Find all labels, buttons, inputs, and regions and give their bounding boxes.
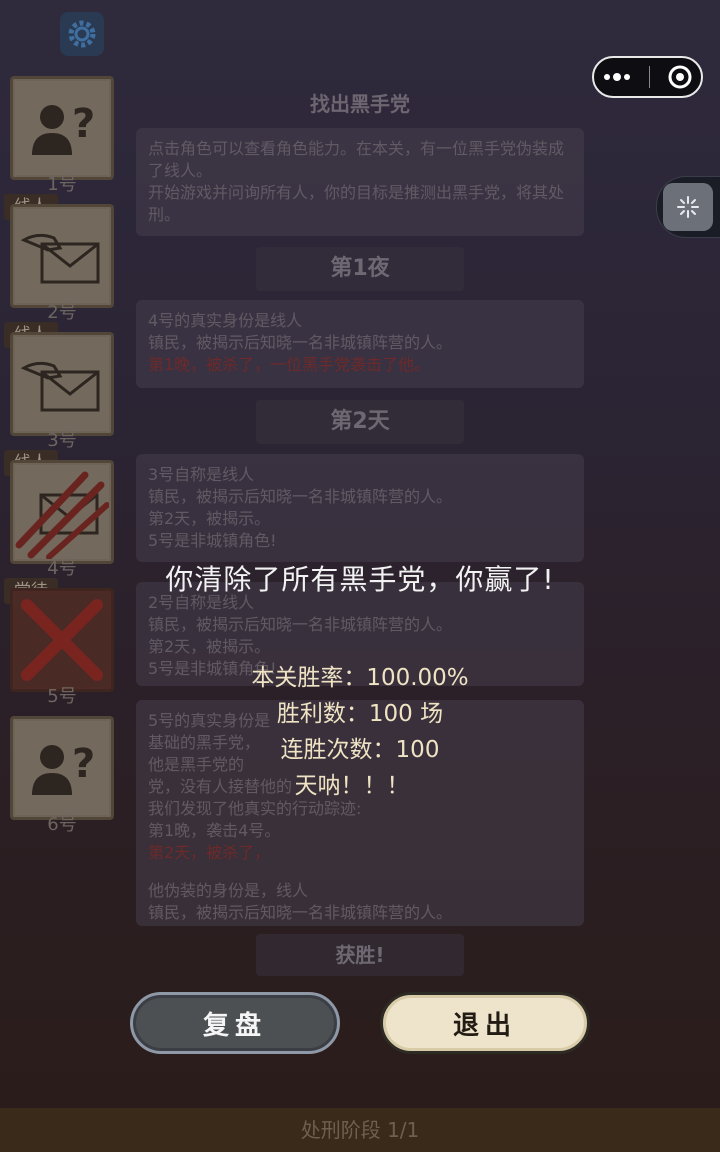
capsule-divider	[648, 66, 650, 88]
envelope-hand-icon	[20, 233, 100, 284]
result-title: 你清除了所有黑手党，你赢了!	[165, 563, 555, 596]
intro-line: 点击角色可以查看角色能力。在本关，有一位黑手党伪装成了线人。	[148, 139, 565, 180]
streak-text: 连胜次数：100	[280, 737, 440, 763]
exit-button[interactable]: 退出	[380, 992, 590, 1054]
log-line: 镇民，被揭示后知晓一名非城镇阵营的人。	[148, 487, 453, 506]
intro-line: 开始游戏并问询所有人，你的目标是推测出黑手党，将其处刑。	[148, 183, 565, 224]
gear-icon	[68, 20, 96, 48]
player-number: 1号	[47, 174, 77, 195]
player-card-1[interactable]: ?	[10, 76, 114, 180]
unknown-person-icon: ?	[32, 101, 95, 155]
win-label: 获胜!	[256, 934, 464, 976]
log-line: 第1晚，袭击4号。	[148, 821, 281, 840]
target-close-icon[interactable]	[667, 64, 693, 90]
win-count-text: 胜利数：100 场	[276, 701, 444, 727]
svg-text:?: ?	[72, 101, 95, 147]
player-number: 2号	[47, 302, 77, 323]
more-dots-icon[interactable]	[602, 72, 632, 82]
log-line-red: 第2天，被杀了，	[148, 843, 271, 862]
log-line: 他伪装的身份是，线人	[148, 881, 309, 900]
phase-bar: 处刑阶段 1/1	[0, 1108, 720, 1152]
settings-gear-button[interactable]	[60, 12, 104, 56]
log-line: 第2天，被揭示。	[148, 509, 271, 528]
replay-button[interactable]: 复盘	[130, 992, 340, 1054]
night-1-box: 4号的真实身份是线人 镇民，被揭示后知晓一名非城镇阵营的人。 第1晚，被杀了，一…	[136, 300, 584, 388]
log-line: 镇民，被揭示后知晓一名非城镇阵营的人。	[148, 615, 453, 634]
day-2-box-1: 3号自称是线人 镇民，被揭示后知晓一名非城镇阵营的人。 第2天，被揭示。 5号是…	[136, 454, 584, 562]
replay-button-label: 复盘	[202, 1010, 267, 1041]
log-line: 4号的真实身份是线人	[148, 311, 303, 330]
envelope-slashed-icon	[15, 471, 109, 559]
miniprogram-capsule	[592, 56, 703, 98]
spark-button[interactable]	[663, 183, 713, 231]
intro-box: 点击角色可以查看角色能力。在本关，有一位黑手党伪装成了线人。 开始游戏并问询所有…	[136, 128, 584, 236]
log-line: 3号自称是线人	[148, 465, 255, 484]
exclaim-text: 天呐！！！	[294, 773, 410, 799]
envelope-hand-icon	[20, 361, 100, 412]
player-card-3[interactable]	[10, 332, 114, 436]
log-line: 镇民，被揭示后知晓一名非城镇阵营的人。	[148, 903, 453, 922]
night-1-header: 第1夜	[256, 247, 464, 291]
exit-button-label: 退出	[452, 1010, 517, 1041]
player-card-4[interactable]	[10, 460, 114, 564]
win-rate-text: 本关胜率：100.00%	[251, 665, 469, 691]
log-line: 5号是非城镇角色!	[148, 531, 277, 550]
player-number: 6号	[47, 814, 77, 835]
side-float-button[interactable]	[656, 176, 720, 238]
spark-icon	[677, 196, 699, 218]
day-2-header: 第2天	[256, 400, 464, 444]
player-number: 3号	[47, 430, 77, 451]
log-line: 镇民，被揭示后知晓一名非城镇阵营的人。	[148, 333, 453, 352]
level-title: 找出黑手党	[310, 92, 410, 116]
log-line-red: 第1晚，被杀了，一位黑手党袭击了他。	[148, 355, 431, 374]
log-line: 我们发现了他真实的行动踪迹:	[148, 799, 362, 818]
log-line: 第2天，被揭示。	[148, 637, 271, 656]
player-card-2[interactable]	[10, 204, 114, 308]
